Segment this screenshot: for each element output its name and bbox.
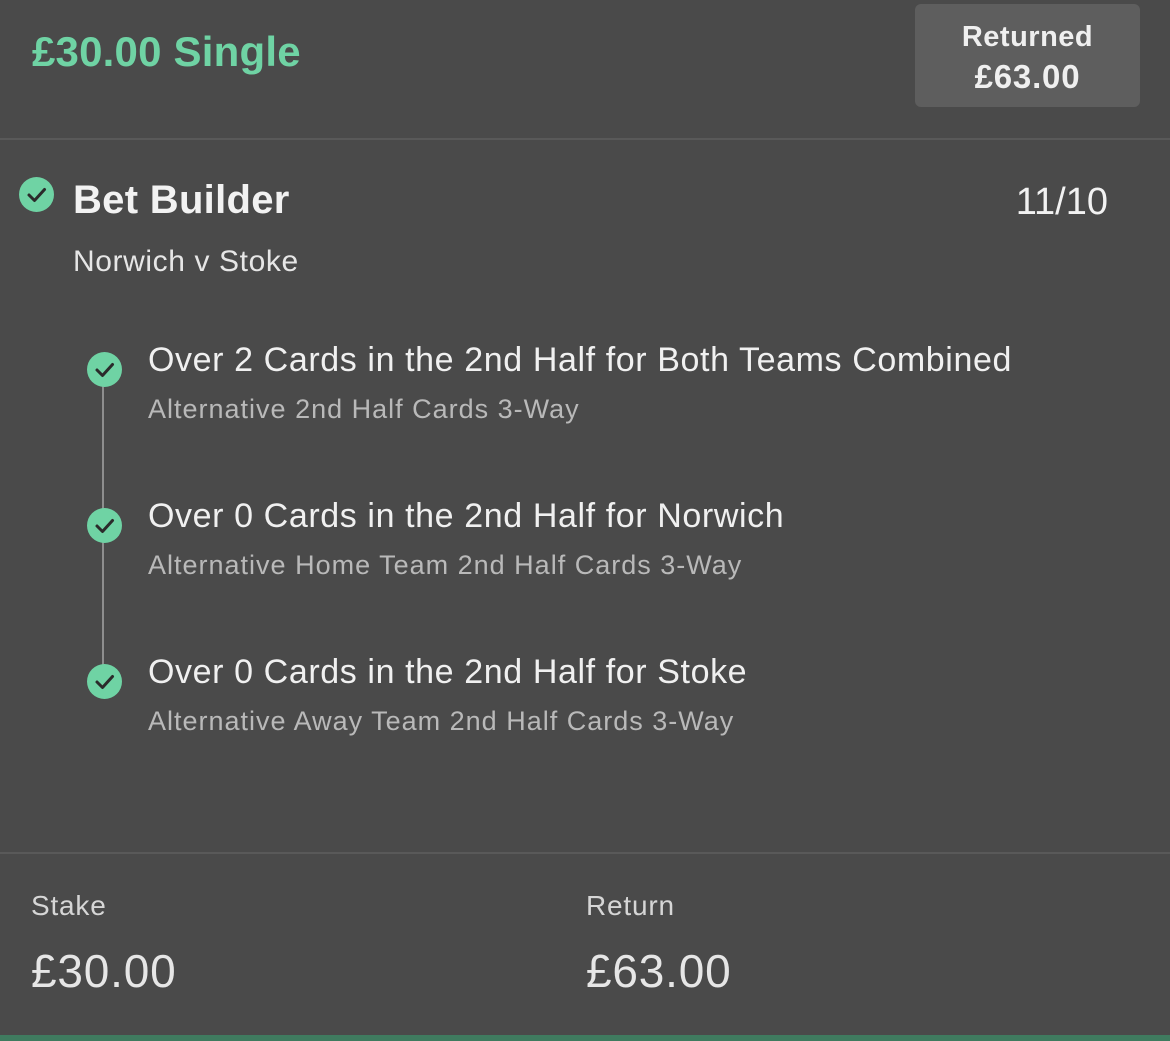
bet-title: £30.00 Single [32, 28, 301, 75]
selection-event: Norwich v Stoke [73, 245, 299, 278]
stake-label: Stake [31, 890, 107, 921]
leg-market: Alternative Away Team 2nd Half Cards 3-W… [148, 706, 735, 736]
selection-title: Bet Builder [73, 178, 290, 222]
returned-label: Returned [961, 21, 1094, 53]
bottom-accent-bar [0, 1035, 1170, 1041]
leg-market: Alternative 2nd Half Cards 3-Way [148, 394, 580, 424]
leg-title: Over 2 Cards in the 2nd Half for Both Te… [148, 341, 1012, 379]
bet-header: £30.00 Single Returned £63.00 [0, 0, 1170, 140]
leg-title: Over 0 Cards in the 2nd Half for Stoke [148, 653, 748, 691]
selection-odds: 11/10 [1015, 181, 1108, 223]
leg-market: Alternative Home Team 2nd Half Cards 3-W… [148, 550, 743, 580]
bet-card: £30.00 Single Returned £63.00 Bet Builde… [0, 0, 1170, 1041]
stake-value: £30.00 [31, 945, 177, 997]
check-circle-icon [87, 352, 122, 387]
check-circle-icon [87, 508, 122, 543]
return-value: £63.00 [586, 945, 732, 997]
returned-amount: £63.00 [974, 58, 1081, 95]
check-circle-icon [87, 664, 122, 699]
return-label: Return [586, 890, 675, 921]
check-circle-icon [19, 177, 54, 212]
returned-badge: Returned £63.00 [915, 4, 1140, 107]
leg-title: Over 0 Cards in the 2nd Half for Norwich [148, 497, 785, 535]
bet-footer: Stake £30.00 Return £63.00 [0, 852, 1170, 1037]
